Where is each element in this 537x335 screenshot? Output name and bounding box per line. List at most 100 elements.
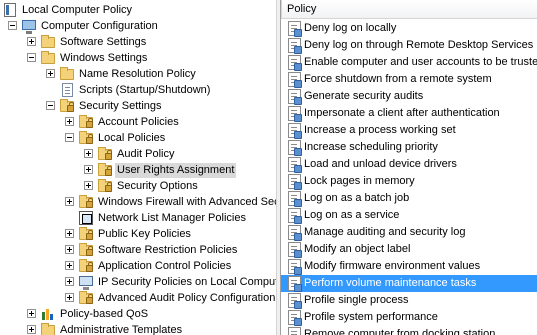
- tree-node-label[interactable]: Software Settings: [58, 35, 148, 50]
- expand-toggle[interactable]: [65, 277, 74, 286]
- tree-node[interactable]: Public Key Policies: [0, 226, 276, 242]
- tree-node[interactable]: Administrative Templates: [0, 322, 276, 335]
- expand-toggle[interactable]: [65, 229, 74, 238]
- tree-node-label[interactable]: Application Control Policies: [96, 259, 233, 274]
- collapse-toggle[interactable]: [27, 53, 36, 62]
- tree-node-label[interactable]: Local Computer Policy: [20, 3, 134, 18]
- policy-row[interactable]: Generate security audits: [281, 88, 537, 105]
- policy-setting-icon: [288, 157, 302, 173]
- policy-row-label: Deny log on locally: [304, 22, 397, 34]
- expand-toggle[interactable]: [65, 197, 74, 206]
- tree-node[interactable]: Scripts (Startup/Shutdown): [0, 82, 276, 98]
- tree-node-label[interactable]: Advanced Audit Policy Configuration: [96, 291, 276, 306]
- tree-node-label[interactable]: Scripts (Startup/Shutdown): [77, 83, 212, 98]
- policy-row[interactable]: Modify an object label: [281, 241, 537, 258]
- tree-node[interactable]: Security Settings: [0, 98, 276, 114]
- expand-toggle[interactable]: [27, 37, 36, 46]
- tree-node-label[interactable]: Policy-based QoS: [58, 307, 150, 322]
- tree-node[interactable]: Network List Manager Policies: [0, 210, 276, 226]
- tree-node[interactable]: Local Computer Policy: [0, 2, 276, 18]
- tree-node[interactable]: Local Policies: [0, 130, 276, 146]
- expand-toggle[interactable]: [46, 69, 55, 78]
- policy-row[interactable]: Perform volume maintenance tasks: [281, 275, 537, 292]
- policy-row[interactable]: Remove computer from docking station: [281, 326, 537, 335]
- tree-node[interactable]: Account Policies: [0, 114, 276, 130]
- tree-node-label[interactable]: Computer Configuration: [39, 19, 160, 34]
- locked-folder-icon: [78, 130, 94, 146]
- policy-setting-icon: [288, 242, 302, 258]
- locked-folder-icon: [97, 178, 113, 194]
- expand-toggle[interactable]: [27, 325, 36, 334]
- tree-node[interactable]: IP Security Policies on Local Compute: [0, 274, 276, 290]
- tree-node-label[interactable]: Software Restriction Policies: [96, 243, 239, 258]
- expand-toggle[interactable]: [84, 149, 93, 158]
- policy-row-label: Manage auditing and security log: [304, 226, 466, 238]
- tree-node[interactable]: Software Settings: [0, 34, 276, 50]
- tree-node[interactable]: Security Options: [0, 178, 276, 194]
- policy-row[interactable]: Lock pages in memory: [281, 173, 537, 190]
- policy-row[interactable]: Force shutdown from a remote system: [281, 71, 537, 88]
- tree-node-label[interactable]: Security Options: [115, 179, 200, 194]
- tree-node-label[interactable]: Name Resolution Policy: [77, 67, 198, 82]
- policy-row[interactable]: Modify firmware environment values: [281, 258, 537, 275]
- expand-toggle[interactable]: [27, 309, 36, 318]
- policy-row[interactable]: Load and unload device drivers: [281, 156, 537, 173]
- tree-node[interactable]: User Rights Assignment: [0, 162, 276, 178]
- policy-list-pane[interactable]: Policy Deny log on locally Deny log on th…: [281, 0, 537, 335]
- policy-row[interactable]: Enable computer and user accounts to be …: [281, 54, 537, 71]
- locked-folder-icon: [97, 162, 113, 178]
- locked-folder-icon: [78, 290, 94, 306]
- policy-column-header[interactable]: Policy: [281, 0, 537, 19]
- tree-node[interactable]: Application Control Policies: [0, 258, 276, 274]
- policy-row[interactable]: Deny log on locally: [281, 20, 537, 37]
- expand-toggle[interactable]: [65, 245, 74, 254]
- policy-row-label: Modify an object label: [304, 243, 411, 255]
- tree-node[interactable]: Windows Settings: [0, 50, 276, 66]
- tree-node-label[interactable]: Windows Firewall with Advanced Sec: [96, 195, 276, 210]
- tree-node[interactable]: Computer Configuration: [0, 18, 276, 34]
- tree-node-label[interactable]: Security Settings: [77, 99, 164, 114]
- expand-toggle[interactable]: [84, 181, 93, 190]
- policy-row[interactable]: Manage auditing and security log: [281, 224, 537, 241]
- policy-row[interactable]: Increase scheduling priority: [281, 139, 537, 156]
- collapse-toggle[interactable]: [65, 133, 74, 142]
- tree-node[interactable]: Software Restriction Policies: [0, 242, 276, 258]
- tree-node-label[interactable]: Windows Settings: [58, 51, 149, 66]
- collapse-toggle[interactable]: [46, 101, 55, 110]
- tree-node[interactable]: Name Resolution Policy: [0, 66, 276, 82]
- policy-row[interactable]: Log on as a batch job: [281, 190, 537, 207]
- locked-folder-icon: [78, 226, 94, 242]
- console-tree-pane[interactable]: Local Computer Policy Computer Configurat…: [0, 0, 276, 335]
- policy-setting-icon: [288, 55, 302, 71]
- policy-row[interactable]: Increase a process working set: [281, 122, 537, 139]
- tree-node[interactable]: Policy-based QoS: [0, 306, 276, 322]
- expand-toggle[interactable]: [65, 261, 74, 270]
- policy-row[interactable]: Profile single process: [281, 292, 537, 309]
- policy-row[interactable]: Log on as a service: [281, 207, 537, 224]
- policy-setting-icon: [288, 89, 302, 105]
- tree-node-label[interactable]: Account Policies: [96, 115, 181, 130]
- tree-node-label[interactable]: Local Policies: [96, 131, 167, 146]
- policy-row[interactable]: Deny log on through Remote Desktop Servi…: [281, 37, 537, 54]
- tree-node[interactable]: Audit Policy: [0, 146, 276, 162]
- expand-toggle[interactable]: [84, 165, 93, 174]
- policy-setting-icon: [288, 276, 302, 292]
- locked-folder-icon: [78, 194, 94, 210]
- policy-row[interactable]: Profile system performance: [281, 309, 537, 326]
- expand-toggle[interactable]: [65, 117, 74, 126]
- policy-row[interactable]: Impersonate a client after authenticatio…: [281, 105, 537, 122]
- policy-row-label: Profile system performance: [304, 311, 438, 323]
- tree-node-label[interactable]: User Rights Assignment: [115, 163, 237, 178]
- tree-node-label[interactable]: Network List Manager Policies: [96, 211, 248, 226]
- policy-setting-icon: [288, 225, 302, 241]
- tree-node-label[interactable]: Administrative Templates: [58, 323, 184, 335]
- tree-node-label[interactable]: Audit Policy: [115, 147, 176, 162]
- tree-node-label[interactable]: IP Security Policies on Local Compute: [96, 275, 276, 290]
- tree-node[interactable]: Windows Firewall with Advanced Sec: [0, 194, 276, 210]
- expand-toggle[interactable]: [65, 293, 74, 302]
- collapse-toggle[interactable]: [8, 21, 17, 30]
- tree-node[interactable]: Advanced Audit Policy Configuration: [0, 290, 276, 306]
- tree-node-label[interactable]: Public Key Policies: [96, 227, 193, 242]
- qos-chart-icon: [40, 306, 56, 322]
- policy-row-label: Profile single process: [304, 294, 409, 306]
